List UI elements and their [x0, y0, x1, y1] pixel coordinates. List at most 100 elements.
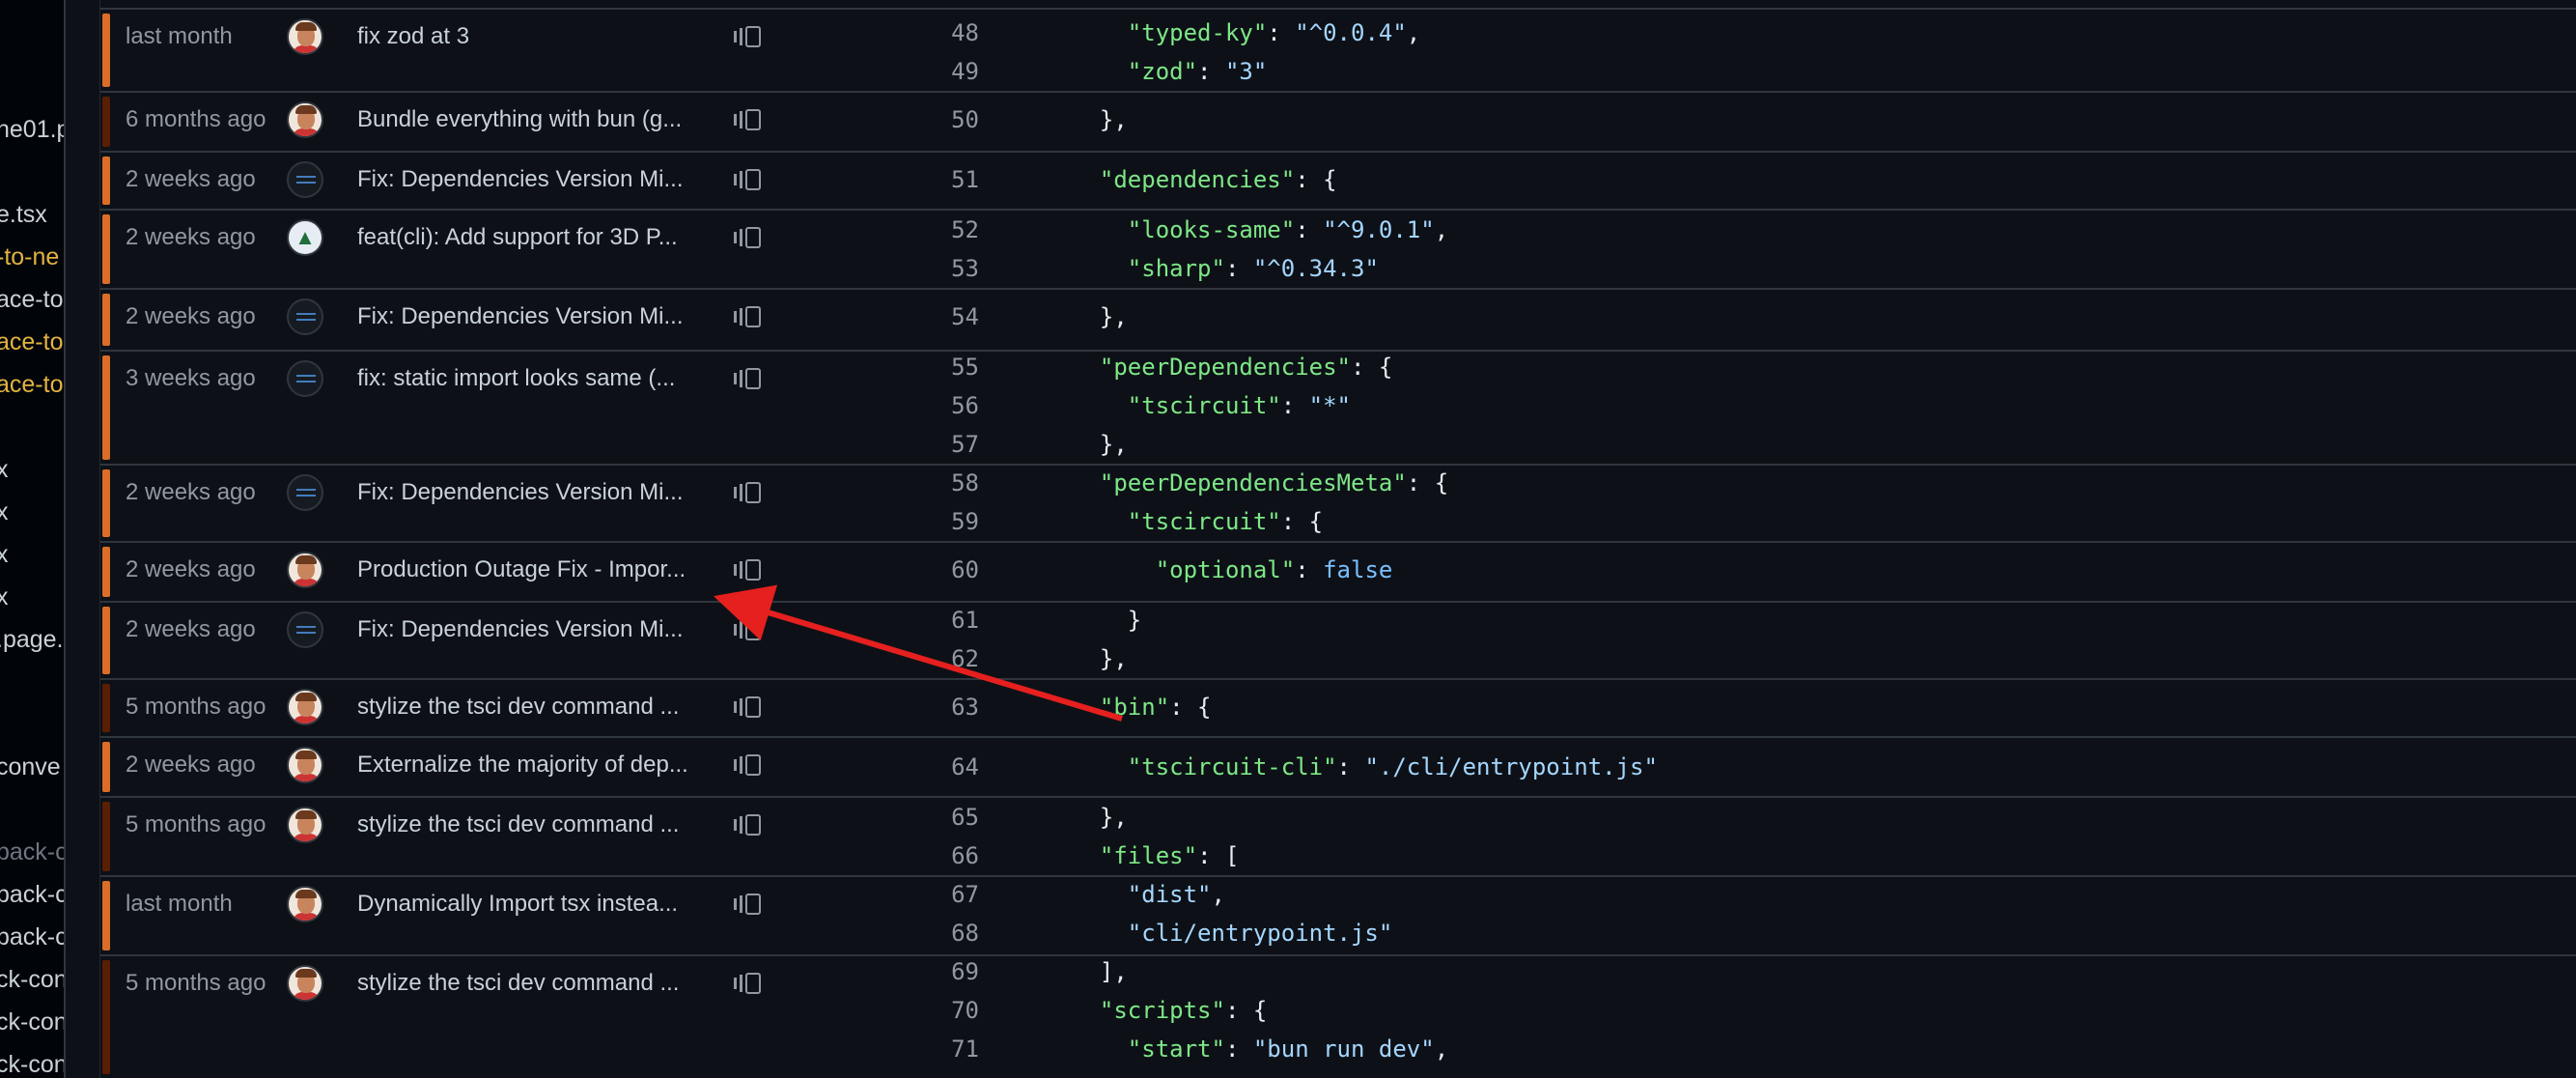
line-number[interactable]: 60: [767, 556, 979, 583]
line-number[interactable]: 50: [767, 106, 979, 133]
author-avatar[interactable]: [287, 298, 323, 335]
sidebar-file-item[interactable]: pack-c: [0, 881, 64, 909]
line-number[interactable]: 64: [767, 753, 979, 780]
author-avatar[interactable]: [287, 611, 323, 648]
line-number[interactable]: 48: [767, 19, 979, 46]
line-number[interactable]: 62: [767, 645, 979, 672]
commit-message-link[interactable]: stylize the tsci dev command ...: [357, 694, 679, 721]
commit-info[interactable]: last month fix zod at 3: [100, 10, 761, 91]
commit-info[interactable]: 5 months ago stylize the tsci dev command…: [100, 798, 761, 875]
sidebar-file-item[interactable]: he01.p: [0, 116, 64, 144]
author-avatar[interactable]: [287, 18, 323, 55]
commit-message-link[interactable]: Production Outage Fix - Impor...: [357, 556, 686, 583]
sidebar-file-item[interactable]: .page.: [0, 626, 64, 654]
blame-prior-revision-icon[interactable]: [732, 226, 765, 249]
sidebar-file-item[interactable]: e.tsx: [0, 201, 47, 229]
author-avatar[interactable]: [287, 474, 323, 511]
author-avatar[interactable]: ▲: [287, 219, 323, 256]
commit-info[interactable]: 2 weeks ago Externalize the majority of d…: [100, 738, 761, 796]
sidebar-file-item[interactable]: pack-c: [0, 923, 64, 951]
sidebar-file-item[interactable]: ace-to: [0, 328, 63, 356]
commit-message-link[interactable]: Externalize the majority of dep...: [357, 752, 688, 779]
author-avatar[interactable]: [287, 747, 323, 783]
line-number[interactable]: 58: [767, 469, 979, 496]
line-number[interactable]: 61: [767, 607, 979, 634]
line-number[interactable]: 71: [767, 1035, 979, 1063]
sidebar-file-item[interactable]: x: [0, 541, 9, 569]
commit-info[interactable]: 2 weeks ago Fix: Dependencies Version Mi.…: [100, 153, 761, 209]
commit-info[interactable]: 2 weeks ago Fix: Dependencies Version Mi.…: [100, 603, 761, 678]
blame-prior-revision-icon[interactable]: [732, 25, 765, 48]
blame-prior-revision-icon[interactable]: [732, 972, 765, 995]
sidebar-file-item[interactable]: x: [0, 456, 9, 484]
blame-prior-revision-icon[interactable]: [732, 813, 765, 837]
author-avatar[interactable]: [287, 161, 323, 198]
line-number[interactable]: 70: [767, 997, 979, 1024]
line-number[interactable]: 69: [767, 958, 979, 985]
author-avatar[interactable]: [287, 552, 323, 588]
sidebar-file-item[interactable]: ace-to: [0, 286, 63, 314]
commit-message-link[interactable]: stylize the tsci dev command ...: [357, 811, 679, 838]
author-avatar[interactable]: [287, 360, 323, 397]
line-number[interactable]: 54: [767, 303, 979, 330]
line-number[interactable]: 68: [767, 920, 979, 947]
blame-prior-revision-icon[interactable]: [732, 753, 765, 777]
blame-prior-revision-icon[interactable]: [732, 367, 765, 390]
line-number[interactable]: 63: [767, 694, 979, 721]
commit-message-link[interactable]: feat(cli): Add support for 3D P...: [357, 224, 678, 251]
sidebar-file-item[interactable]: ace-to: [0, 371, 63, 399]
sidebar-file-item[interactable]: x: [0, 498, 9, 526]
commit-info[interactable]: 2 weeks ago Fix: Dependencies Version Mi.…: [100, 290, 761, 350]
commit-info[interactable]: 5 months ago stylize the tsci dev command…: [100, 956, 761, 1078]
line-number[interactable]: 53: [767, 255, 979, 282]
commit-message-link[interactable]: Fix: Dependencies Version Mi...: [357, 303, 684, 330]
blame-prior-revision-icon[interactable]: [732, 168, 765, 191]
commit-info[interactable]: 5 months ago stylize the tsci dev command…: [100, 680, 761, 736]
blame-prior-revision-icon[interactable]: [732, 108, 765, 131]
commit-info[interactable]: last month Dynamically Import tsx instea.…: [100, 877, 761, 954]
line-number[interactable]: 55: [767, 354, 979, 381]
line-number[interactable]: 67: [767, 881, 979, 908]
commit-info[interactable]: 2 weeks ago ▲ feat(cli): Add support for 3…: [100, 211, 761, 288]
commit-time: 2 weeks ago: [126, 556, 256, 582]
sidebar-file-item[interactable]: ck-con: [0, 966, 64, 994]
blame-prior-revision-icon[interactable]: [732, 305, 765, 328]
author-avatar[interactable]: [287, 807, 323, 843]
blame-prior-revision-icon[interactable]: [732, 618, 765, 641]
sidebar-file-item[interactable]: conve: [0, 753, 61, 781]
commit-message-link[interactable]: stylize the tsci dev command ...: [357, 970, 679, 997]
sidebar-file-item[interactable]: x: [0, 583, 9, 611]
commit-info[interactable]: 3 weeks ago fix: static import looks same…: [100, 352, 761, 464]
line-number[interactable]: 57: [767, 431, 979, 458]
commit-message-link[interactable]: fix: static import looks same (...: [357, 365, 675, 392]
blame-prior-revision-icon[interactable]: [732, 893, 765, 916]
commit-message-link[interactable]: Bundle everything with bun (g...: [357, 106, 682, 133]
commit-message-link[interactable]: fix zod at 3: [357, 23, 469, 50]
line-number[interactable]: 59: [767, 508, 979, 535]
author-avatar[interactable]: [287, 101, 323, 138]
author-avatar[interactable]: [287, 886, 323, 922]
commit-info[interactable]: 2 weeks ago Production Outage Fix - Impor…: [100, 543, 761, 601]
line-number[interactable]: 49: [767, 58, 979, 85]
sidebar-file-item[interactable]: ck-con: [0, 1008, 64, 1036]
commit-info[interactable]: 2 weeks ago Fix: Dependencies Version Mi.…: [100, 466, 761, 541]
code-text: "dependencies": {: [1072, 166, 1337, 193]
author-avatar[interactable]: [287, 689, 323, 725]
commit-message-link[interactable]: Dynamically Import tsx instea...: [357, 891, 678, 918]
commit-message-link[interactable]: Fix: Dependencies Version Mi...: [357, 616, 684, 643]
sidebar-file-item[interactable]: ck-con: [0, 1051, 64, 1078]
line-number[interactable]: 65: [767, 804, 979, 831]
line-number[interactable]: 52: [767, 216, 979, 243]
author-avatar[interactable]: [287, 965, 323, 1002]
blame-prior-revision-icon[interactable]: [732, 695, 765, 719]
blame-prior-revision-icon[interactable]: [732, 558, 765, 582]
commit-info[interactable]: 6 months ago Bundle everything with bun (…: [100, 93, 761, 151]
line-number[interactable]: 56: [767, 392, 979, 419]
sidebar-file-item[interactable]: -to-ne: [0, 243, 59, 271]
commit-message-link[interactable]: Fix: Dependencies Version Mi...: [357, 479, 684, 506]
blame-prior-revision-icon[interactable]: [732, 481, 765, 504]
commit-message-link[interactable]: Fix: Dependencies Version Mi...: [357, 166, 684, 193]
line-number[interactable]: 66: [767, 842, 979, 869]
line-number[interactable]: 51: [767, 166, 979, 193]
sidebar-file-item[interactable]: pack-c: [0, 838, 64, 866]
